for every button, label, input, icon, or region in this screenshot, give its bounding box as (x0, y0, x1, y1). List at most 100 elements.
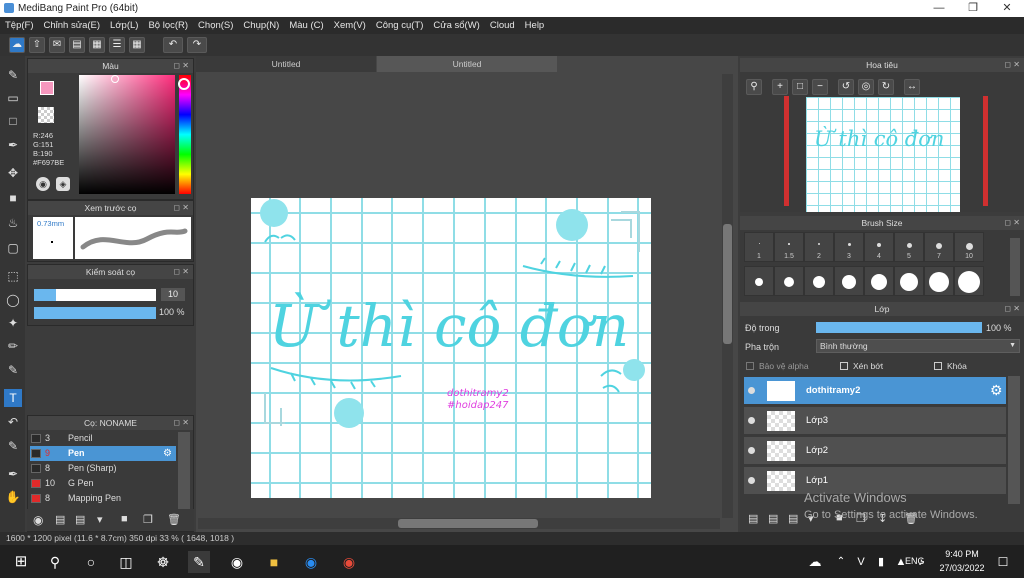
panel-controls-icon[interactable]: ◻ ✕ (1004, 58, 1020, 72)
gradient-tool-icon[interactable]: ▢ (4, 239, 22, 257)
menu-window[interactable]: Cửa sổ(W) (428, 17, 484, 34)
brush-item-pen[interactable]: 9 Pen ⚙ (30, 446, 176, 461)
gear-icon[interactable]: ⚙ (163, 446, 172, 461)
brush-size-option[interactable]: 7 (924, 232, 954, 262)
layer-item-dothitramy2[interactable]: dothitramy2 ⚙ (744, 377, 1006, 405)
show-hidden-icons[interactable]: ⌃ (830, 551, 852, 573)
file-explorer-icon[interactable]: ■ (263, 551, 285, 573)
menu-edit[interactable]: Chỉnh sửa(E) (39, 17, 106, 34)
visibility-eye-icon[interactable] (748, 387, 755, 394)
brush-size-option[interactable]: 4 (864, 232, 894, 262)
visibility-eye-icon[interactable] (748, 447, 755, 454)
onedrive-icon[interactable]: ☁ (804, 551, 826, 573)
brush-item-pencil[interactable]: 3 Pencil (30, 431, 176, 446)
cortana-icon[interactable]: ○ (80, 551, 102, 573)
divide-tool-icon[interactable]: ✎ (4, 437, 22, 455)
layers-scrollbar[interactable] (1008, 376, 1020, 504)
zoom-out-icon[interactable]: − (812, 79, 828, 95)
layer-opacity-slider[interactable] (816, 322, 982, 333)
browser-app-icon[interactable]: ◉ (226, 551, 248, 573)
horizontal-scroll-thumb[interactable] (398, 519, 538, 528)
artwork-canvas[interactable]: Ừ thì cô đơn dothitramy2 #hoidap247 (251, 198, 651, 498)
pen-tool-icon[interactable]: ✒ (4, 136, 22, 154)
vpn-icon[interactable]: V (850, 551, 872, 573)
document-icon[interactable]: ▦ (89, 37, 105, 53)
brush-opacity-slider[interactable] (34, 307, 156, 319)
add-brush-icon[interactable]: ◉ (33, 513, 43, 527)
bucket-tool-icon[interactable]: ♨ (4, 214, 22, 232)
copy-brush-icon[interactable]: ▤ (75, 513, 85, 526)
brush-size-large-option[interactable] (834, 266, 864, 296)
trash-icon[interactable]: 🗑 (167, 513, 181, 526)
horizontal-scrollbar[interactable] (198, 518, 720, 529)
list-icon[interactable]: ☰ (109, 37, 125, 53)
tab-untitled-2[interactable]: Untitled (377, 56, 557, 72)
tab-untitled-1[interactable]: Untitled (196, 56, 376, 72)
brush-size-large-option[interactable] (924, 266, 954, 296)
new-layer-icon[interactable]: ▤ (748, 512, 758, 525)
minimize-button[interactable]: — (922, 0, 956, 17)
comment-icon[interactable]: ✉ (49, 37, 65, 53)
magic-wand-tool-icon[interactable]: ✦ (4, 314, 22, 332)
brush-size-large-option[interactable] (864, 266, 894, 296)
brush-item-mapping-pen[interactable]: 8 Mapping Pen (30, 491, 176, 506)
new-brush-icon[interactable]: ▤ (55, 513, 65, 526)
brush-size-large-option[interactable] (774, 266, 804, 296)
search-icon[interactable]: ⚲ (44, 551, 66, 573)
new-halftone-layer-icon[interactable]: ▤ (768, 512, 778, 525)
brush-size-option[interactable]: 5 (894, 232, 924, 262)
transparent-swatch[interactable] (38, 107, 54, 123)
hue-slider-thumb[interactable] (178, 78, 190, 90)
undo-icon[interactable]: ↶ (163, 37, 183, 53)
panel-controls-icon[interactable]: ◻ ✕ (1004, 216, 1020, 230)
rotate-right-icon[interactable]: ↻ (878, 79, 894, 95)
language-indicator[interactable]: ENG (905, 556, 925, 566)
navigator-thumbnail[interactable]: Ừ thì cô đơn (806, 97, 960, 212)
eyedropper-tool-icon[interactable]: ✒ (4, 465, 22, 483)
eraser-tool-icon[interactable]: ▭ (4, 89, 22, 107)
notification-icon[interactable]: ☐ (992, 551, 1014, 573)
hand-tool-icon[interactable]: ✋ (4, 488, 22, 506)
new-8bit-layer-icon[interactable]: ▤ (788, 512, 798, 525)
visibility-eye-icon[interactable] (748, 417, 755, 424)
text-tool-icon[interactable]: T (4, 389, 22, 407)
battery-icon[interactable]: ▮ (870, 551, 892, 573)
blend-mode-select[interactable]: Bình thường ▼ (816, 339, 1020, 353)
menu-layer[interactable]: Lớp(L) (105, 17, 143, 34)
brush-size-slider[interactable] (34, 289, 156, 301)
close-button[interactable]: ✕ (990, 0, 1024, 17)
menu-help[interactable]: Help (520, 17, 550, 34)
medibang-app-icon[interactable]: ✎ (188, 551, 210, 573)
select-rect-tool-icon[interactable]: ⬚ (4, 267, 22, 285)
primary-color-swatch[interactable] (40, 81, 54, 95)
gear-icon[interactable]: ⚙ (990, 382, 1003, 399)
select-pen-tool-icon[interactable]: ✏ (4, 337, 22, 355)
vertical-scroll-thumb[interactable] (723, 224, 732, 344)
layer-item-lop3[interactable]: Lớp3 (744, 407, 1006, 435)
brush-size-large-option[interactable] (744, 266, 774, 296)
brush-size-option[interactable]: 1.5 (774, 232, 804, 262)
clock-date[interactable]: 27/03/2022 (937, 563, 987, 573)
hue-slider[interactable] (179, 75, 191, 194)
rotate-left-icon[interactable]: ↺ (838, 79, 854, 95)
panel-controls-icon[interactable]: ◻ ✕ (173, 59, 189, 73)
menu-snap[interactable]: Chụp(N) (238, 17, 284, 34)
fill-rect-tool-icon[interactable]: ■ (4, 189, 22, 207)
brush-item-g-pen[interactable]: 10 G Pen (30, 476, 176, 491)
lasso-tool-icon[interactable]: ◯ (4, 291, 22, 309)
color-picker-icon[interactable]: ◈ (56, 177, 70, 191)
brush-size-option[interactable]: 1 (744, 232, 774, 262)
zoom-actual-icon[interactable]: □ (792, 79, 808, 95)
operation-tool-icon[interactable]: ↶ (4, 413, 22, 431)
rotate-reset-icon[interactable]: ◎ (858, 79, 874, 95)
layer-item-lop2[interactable]: Lớp2 (744, 437, 1006, 465)
brush-size-large-option[interactable] (804, 266, 834, 296)
menu-tools[interactable]: Công cụ(T) (371, 17, 429, 34)
menu-color[interactable]: Màu (C) (284, 17, 328, 34)
brush-size-option[interactable]: 3 (834, 232, 864, 262)
menu-file[interactable]: Tệp(F) (0, 17, 39, 34)
clipping-checkbox[interactable] (840, 362, 848, 370)
color-picker-cursor[interactable] (111, 75, 119, 83)
brush-size-option[interactable]: 10 (954, 232, 984, 262)
brush-size-scrollbar[interactable] (1010, 238, 1020, 296)
